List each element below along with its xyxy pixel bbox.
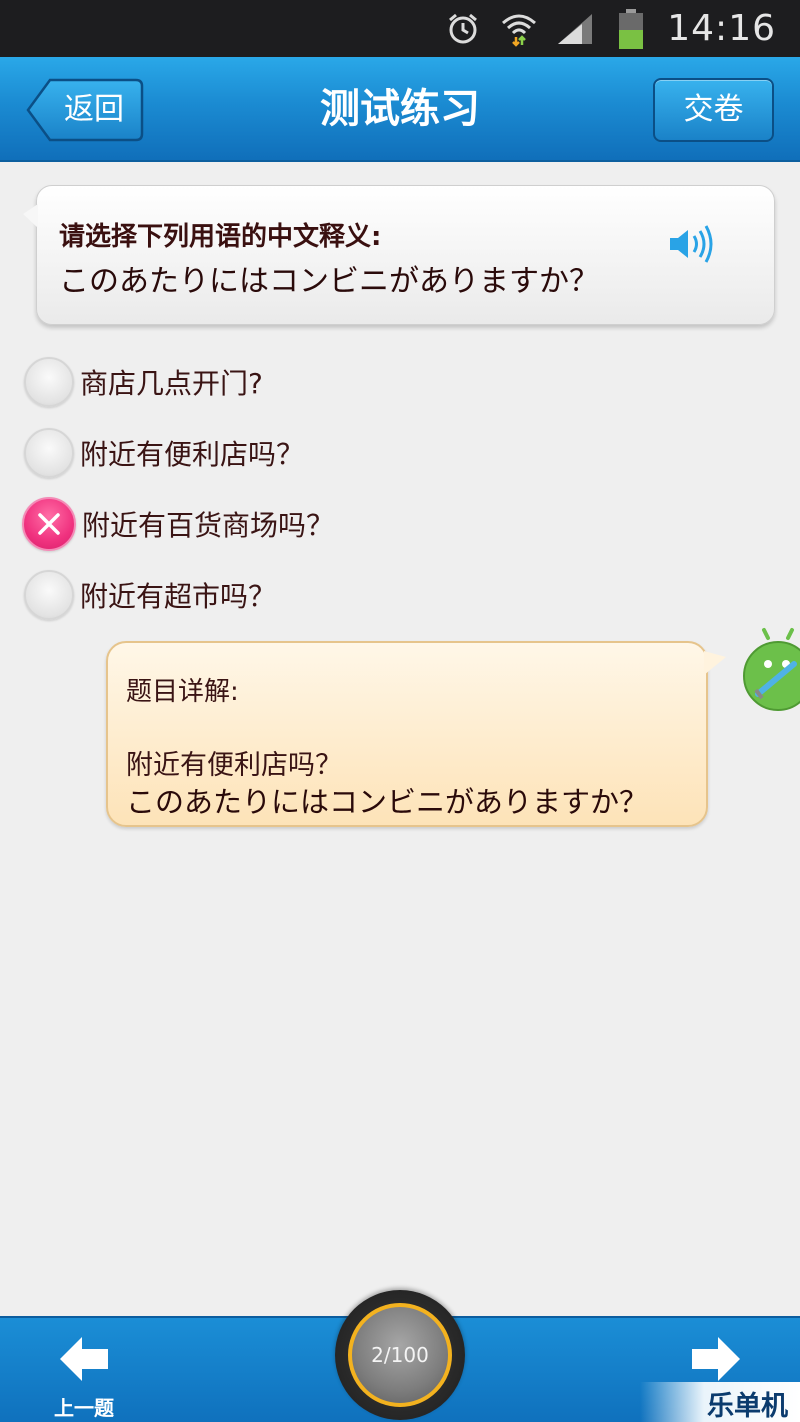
wifi-icon [499,9,539,49]
clock-time: 14:16 [667,8,776,49]
speaker-icon[interactable] [668,222,716,266]
option-4[interactable]: 附近有超市吗？ [24,565,624,625]
previous-question-label: 上一题 [54,1396,114,1420]
option-2[interactable]: 附近有便利店吗？ [24,423,624,483]
bubble-tail [23,204,38,228]
progress-counter[interactable]: 2/100 [335,1290,465,1420]
option-label: 附近有便利店吗？ [80,438,305,471]
status-bar: 14:16 [0,0,800,57]
right-arrow-icon [692,1337,740,1381]
progress-text: 2/100 [371,1343,429,1367]
option-1[interactable]: 商店几点开门? [24,352,624,412]
previous-question-button[interactable]: 上一题 [44,1334,124,1420]
progress-ring: 2/100 [348,1303,452,1407]
option-label: 附近有百货商场吗？ [82,509,335,542]
question-prompt: 请选择下列用语的中文释义: [59,222,382,252]
signal-icon [555,9,595,49]
bubble-tail [704,651,726,675]
alarm-icon [443,9,483,49]
title-bar: 返回 测试练习 交卷 [0,57,800,162]
watermark: 乐单机 [640,1382,800,1422]
submit-exam-button[interactable]: 交卷 [653,78,774,142]
question-card: 请选择下列用语的中文释义: このあたりにはコンビニがありますか？ [23,185,775,325]
radio-button[interactable] [24,570,74,620]
next-question-button[interactable] [688,1334,748,1384]
wrong-answer-icon[interactable] [22,497,76,551]
radio-button[interactable] [24,428,74,478]
explanation-title: 题目详解: [126,677,239,707]
android-mascot-icon [738,624,800,714]
question-text: このあたりにはコンビニがありますか？ [59,264,599,299]
option-3[interactable]: 附近有百货商场吗？ [22,494,624,554]
explanation-card: 题目详解: 附近有便利店吗？ このあたりにはコンビニがありますか？ [106,641,726,827]
watermark-text: 乐单机 [707,1391,788,1422]
left-arrow-icon [60,1337,108,1381]
explanation-source: このあたりにはコンビニがありますか？ [126,785,649,819]
option-label: 附近有超市吗？ [80,580,277,613]
option-label: 商店几点开门? [80,367,263,400]
battery-icon [611,8,651,49]
radio-button[interactable] [24,357,74,407]
explanation-answer: 附近有便利店吗？ [126,750,342,781]
